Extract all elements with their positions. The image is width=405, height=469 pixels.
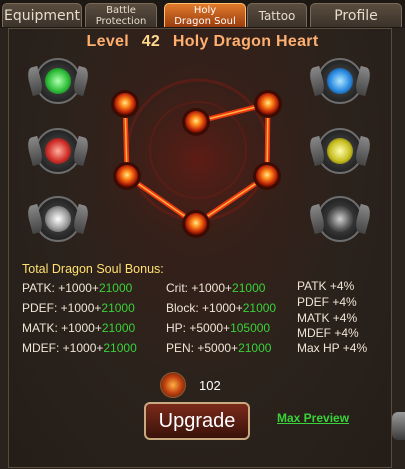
steel-rune-icon[interactable] xyxy=(25,196,91,242)
soul-count: 102 xyxy=(199,378,221,393)
bonus-stat-label: Block: +1000+ xyxy=(166,301,243,315)
thunder-core xyxy=(327,138,353,164)
dark-rune-icon[interactable] xyxy=(307,196,373,242)
soul-node[interactable] xyxy=(113,162,141,190)
upgrade-label: Upgrade xyxy=(158,409,236,432)
bonus-stat-label: PDEF: +1000+ xyxy=(22,301,102,315)
soul-node[interactable] xyxy=(182,210,210,238)
bonus-stat-value: 21000 xyxy=(238,341,272,355)
wind-core xyxy=(45,68,71,94)
bonus-percent: PATK +4% xyxy=(297,279,355,293)
bonus-stat-value: 21000 xyxy=(232,281,266,295)
bonus-stat-label: MDEF: +1000+ xyxy=(22,341,104,355)
side-scroll-handle[interactable] xyxy=(392,412,405,440)
bonus-stat-label: HP: +5000+ xyxy=(166,321,231,335)
bonus-stat: PDEF: +1000+21000 xyxy=(22,301,135,315)
bonus-stat-value: 105000 xyxy=(230,321,271,335)
soul-node[interactable] xyxy=(253,162,281,190)
bonus-stat: MATK: +1000+21000 xyxy=(22,321,135,335)
bonus-percent: MDEF +4% xyxy=(297,326,359,340)
bonus-stat-label: MATK: +1000+ xyxy=(22,321,102,335)
bonus-stat: PEN: +5000+21000 xyxy=(166,341,271,355)
bonus-stat: MDEF: +1000+21000 xyxy=(22,341,137,355)
soul-node[interactable] xyxy=(111,90,139,118)
bonus-stat: HP: +5000+105000 xyxy=(166,321,270,335)
fire-core xyxy=(45,138,71,164)
bonus-stat: PATK: +1000+21000 xyxy=(22,281,132,295)
bonus-heading: Total Dragon Soul Bonus: xyxy=(22,262,164,276)
soul-node[interactable] xyxy=(254,90,282,118)
bonus-stat-value: 21000 xyxy=(103,341,137,355)
max-preview-link[interactable]: Max Preview xyxy=(277,411,349,425)
upgrade-button[interactable]: Upgrade xyxy=(144,402,250,440)
thunder-rune-icon[interactable] xyxy=(307,128,373,174)
bonus-stat-value: 21000 xyxy=(101,321,136,335)
bonus-stat-label: Crit: +1000+ xyxy=(166,281,233,295)
bonus-stat-label: PATK: +1000+ xyxy=(22,281,99,295)
bonus-stat-value: 21000 xyxy=(242,301,277,315)
bonus-stat: Crit: +1000+21000 xyxy=(166,281,265,295)
bonus-stat-value: 21000 xyxy=(98,281,133,295)
bonus-stat-label: PEN: +5000+ xyxy=(166,341,239,355)
bonus-stat-value: 21000 xyxy=(101,301,135,315)
bonus-percent: PDEF +4% xyxy=(297,295,357,309)
wind-rune-icon[interactable] xyxy=(25,58,91,104)
bonus-percent: MATK +4% xyxy=(297,311,358,325)
bonus-stat: Block: +1000+21000 xyxy=(166,301,276,315)
fire-rune-icon[interactable] xyxy=(25,128,91,174)
soul-node[interactable] xyxy=(182,108,210,136)
water-core xyxy=(327,68,353,94)
steel-core xyxy=(45,206,71,232)
dragon-soul-orb-icon xyxy=(160,372,186,398)
water-rune-icon[interactable] xyxy=(307,58,373,104)
dark-core xyxy=(327,206,353,232)
bonus-percent: Max HP +4% xyxy=(297,341,368,355)
